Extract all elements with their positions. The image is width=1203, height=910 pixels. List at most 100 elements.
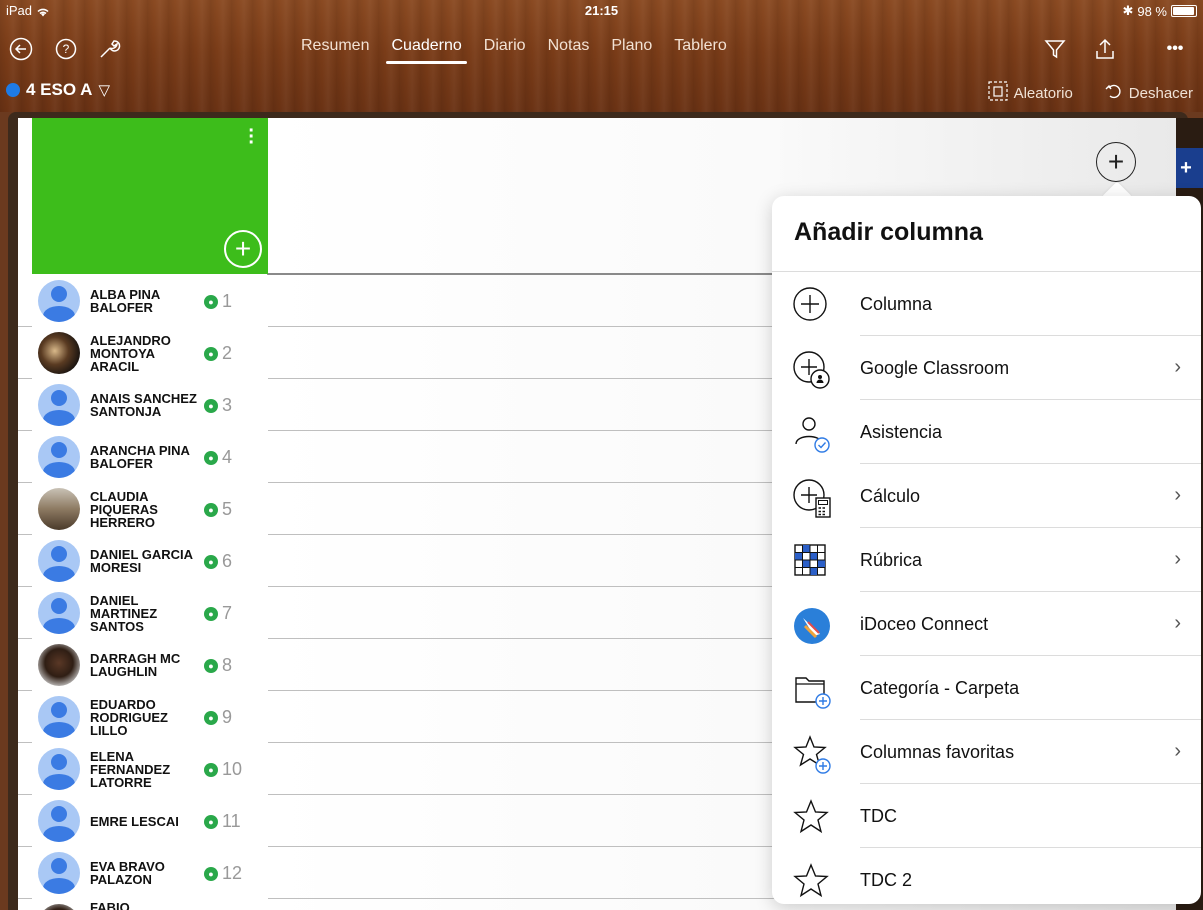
student-number: 12 [222,863,243,883]
student-name: ALBA PINA BALOFER [90,287,160,315]
menu-item-asistencia[interactable]: Asistencia [772,400,1201,464]
chevron-right-icon: › [1174,548,1181,570]
google-classroom-badge-icon: ● [204,815,218,829]
battery-icon [1171,5,1197,17]
student-name: EDUARDO RODRIGUEZ LILLO [90,696,168,738]
menu-item-label: Columnas favoritas [860,741,1015,762]
avatar [38,644,80,686]
more-icon[interactable]: ••• [1160,34,1190,64]
random-label: Aleatorio [1013,84,1073,102]
chevron-right-icon: › [1174,612,1181,634]
menu-item-label: Categoría - Carpeta [860,677,1020,698]
menu-item-label: TDC 2 [860,869,913,890]
class-actions: Aleatorio Deshacer [987,81,1193,105]
menu-item-tdc[interactable]: TDC [772,784,1201,848]
avatar [38,488,80,530]
avatar [38,852,80,894]
avatar [38,332,80,374]
chevron-right-icon: › [1174,740,1181,762]
rubric-grid-icon [792,542,830,580]
menu-item-label: Google Classroom [860,357,1010,378]
plus-circle-icon [792,286,830,324]
add-column-plus-icon[interactable]: + [1096,142,1136,182]
student-name: ALEJANDRO MONTOYA ARACIL [90,332,171,374]
tab-cuaderno[interactable]: Cuaderno [380,36,472,64]
student-number: 10 [222,759,243,779]
google-classroom-badge-icon: ● [204,399,218,413]
google-classroom-badge-icon: ● [204,867,218,881]
filter-icon[interactable] [1040,34,1070,64]
star-plus-icon [792,734,831,774]
menu-item-columna[interactable]: Columna [772,272,1201,336]
undo-button[interactable]: Deshacer [1105,81,1193,105]
google-classroom-badge-icon: ● [204,347,218,361]
svg-text:?: ? [63,42,70,56]
back-icon[interactable] [6,34,36,64]
chevron-right-icon: › [1174,356,1181,378]
menu-item-tdc-2[interactable]: TDC 2 [772,848,1201,904]
tab-tablero[interactable]: Tablero [663,36,737,64]
star-icon [792,798,830,836]
share-icon[interactable] [1090,34,1120,64]
menu-item-label: iDoceo Connect [860,613,989,634]
google-classroom-icon [792,350,830,389]
help-icon[interactable]: ? [51,34,81,64]
student-column-header: · · · + [32,118,268,274]
avatar [38,384,80,426]
chevron-right-icon: › [1174,484,1181,506]
student-number: 6 [222,551,233,571]
google-classroom-badge-icon: ● [204,451,218,465]
avatar [38,748,80,790]
student-name: FABIO [90,900,130,910]
student-number: 4 [222,447,233,467]
class-name: 4 ESO A [26,80,93,99]
menu-item-calculo[interactable]: Cálculo › [772,464,1201,528]
undo-label: Deshacer [1128,84,1193,102]
undo-icon [1105,82,1123,104]
avatar [38,540,80,582]
random-icon [987,81,1008,105]
menu-item-label: Rúbrica [860,549,923,570]
random-button[interactable]: Aleatorio [987,81,1073,105]
column-menu-icon[interactable]: · · · [248,121,255,153]
student-number: 1 [222,291,233,311]
google-classroom-badge-icon: ● [204,555,218,569]
status-time: 21:15 [584,3,619,18]
student-name: ELENA FERNANDEZ LATORRE [90,748,171,790]
menu-item-label: TDC [860,805,897,826]
student-number: 2 [222,343,233,363]
student-name: DANIEL GARCIA MORESI [90,547,193,575]
tab-plano[interactable]: Plano [600,36,663,64]
student-name: ARANCHA PINA BALOFER [90,443,190,471]
student-name: CLAUDIA PIQUERAS HERRERO [90,488,158,530]
wrench-icon[interactable] [94,34,124,64]
student-name: EVA BRAVO PALAZON [90,859,165,887]
add-column-popover: Añadir columna Columna Google Classroom … [772,196,1201,904]
student-name: ANAIS SANCHEZ SANTONJA [90,391,197,419]
star-icon [792,862,830,900]
add-student-plus-icon[interactable]: + [224,230,262,268]
menu-item-google-classroom[interactable]: Google Classroom › [772,336,1201,400]
avatar [38,280,80,322]
student-number: 9 [222,707,233,727]
student-number: 3 [222,395,233,415]
tab-diario[interactable]: Diario [473,36,537,64]
class-bar: 4 ESO A ▽ Aleatorio Deshacer [0,78,1203,104]
menu-item-columnas-favoritas[interactable]: Columnas favoritas › [772,720,1201,784]
avatar [38,904,80,910]
tab-notas[interactable]: Notas [537,36,601,64]
class-selector[interactable]: 4 ESO A ▽ [6,80,110,100]
student-name: DARRAGH MC LAUGHLIN [90,651,181,679]
menu-item-idoceo-connect[interactable]: iDoceo Connect › [772,592,1201,656]
tab-resumen[interactable]: Resumen [290,36,380,64]
avatar [38,592,80,634]
bluetooth-icon: ✱ [1122,3,1134,18]
calculator-icon [792,478,831,518]
status-right: ✱ 98 % [1122,3,1197,19]
student-number: 8 [222,655,233,675]
menu-item-categoria-carpeta[interactable]: Categoría - Carpeta [772,656,1201,720]
battery-percent: 98 % [1137,3,1167,19]
menu-item-label: Cálculo [860,485,921,506]
dropdown-triangle-icon: ▽ [98,82,110,99]
menu-item-rubrica[interactable]: Rúbrica › [772,528,1201,592]
